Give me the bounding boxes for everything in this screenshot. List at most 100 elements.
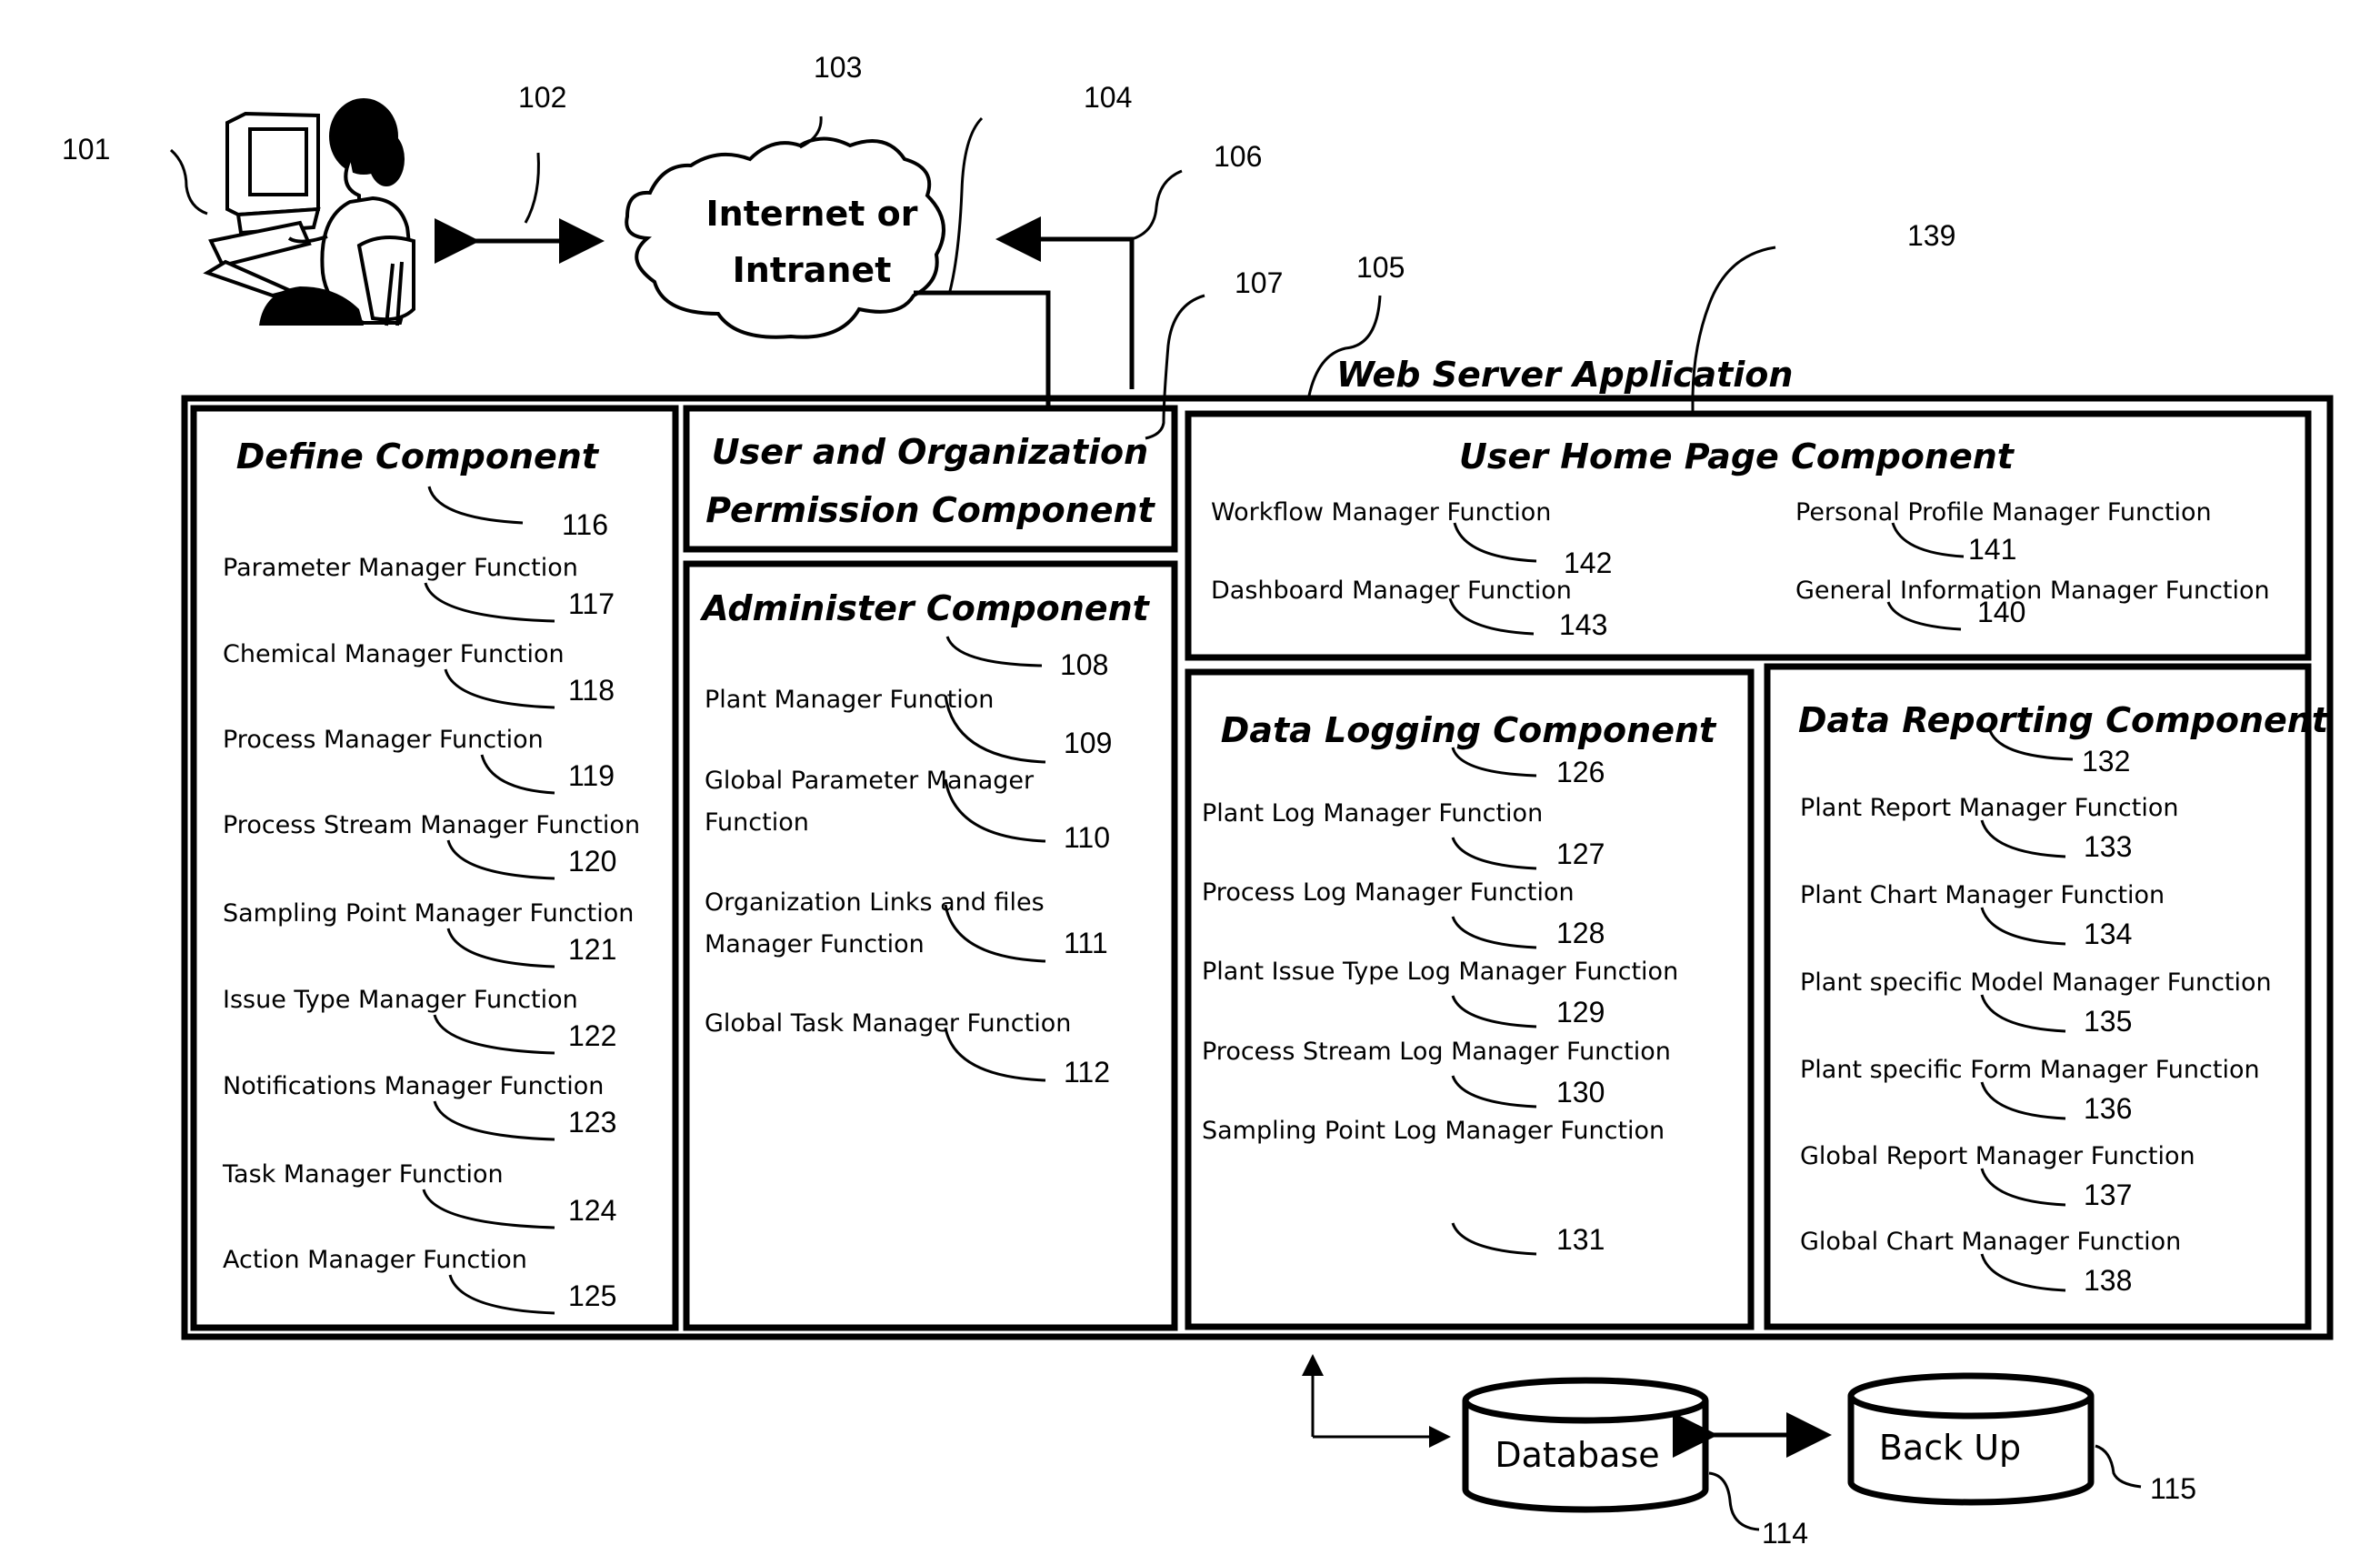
function-label-line2: Manager Function [705, 930, 925, 958]
user-and-organization-permission-component: User and Organization Permission Compone… [683, 405, 1178, 553]
reference-number: 111 [1064, 927, 1108, 959]
function-label: Plant Log Manager Function [1202, 799, 1543, 828]
reference-number: 130 [1556, 1076, 1605, 1109]
ref-108: 108 [1060, 648, 1108, 681]
function-label: Global Chart Manager Function [1800, 1228, 2181, 1256]
ref-116: 116 [562, 508, 608, 541]
ref-126: 126 [1556, 756, 1605, 788]
reference-number: 129 [1556, 996, 1605, 1028]
function-label: Workflow Manager Function [1211, 498, 1551, 527]
database-label: Database [1495, 1435, 1659, 1475]
function-label: Sampling Point Log Manager Function [1202, 1117, 1665, 1145]
reference-number: 143 [1559, 608, 1607, 641]
function-label: Dashboard Manager Function [1211, 577, 1572, 605]
function-label: Plant Issue Type Log Manager Function [1202, 958, 1678, 986]
reference-number: 138 [2084, 1264, 2132, 1297]
ref-101-leader [169, 148, 208, 216]
ref-106-leader [1131, 169, 1183, 241]
reference-number: 121 [568, 933, 616, 966]
function-label: Plant Manager Function [705, 686, 994, 714]
function-label: Parameter Manager Function [223, 554, 578, 582]
ref-139: 139 [1907, 219, 1955, 252]
network-label-line1: Internet or [706, 194, 918, 234]
function-label: Plant specific Model Manager Function [1800, 968, 2272, 997]
user-at-computer-icon [203, 98, 415, 326]
function-label-line2: Function [705, 808, 809, 837]
reference-number: 140 [1977, 596, 2025, 628]
reference-number: 112 [1064, 1056, 1110, 1088]
define-component-title: Define Component [236, 436, 600, 477]
response-connector [995, 216, 1135, 389]
administer-component: Administer Component 108 Plant Manager F… [683, 560, 1178, 1331]
ref-102: 102 [518, 81, 566, 114]
function-label: Organization Links and files [705, 888, 1045, 917]
reference-number: 131 [1556, 1223, 1605, 1256]
administer-component-title: Administer Component [699, 588, 1150, 628]
user-home-page-component: User Home Page Component Workflow Manage… [1185, 410, 2312, 661]
reference-number: 137 [2084, 1179, 2132, 1211]
reference-number: 128 [1556, 917, 1605, 949]
function-label: Process Manager Function [223, 726, 544, 754]
function-label: Process Stream Log Manager Function [1202, 1038, 1671, 1066]
reference-number: 125 [568, 1279, 616, 1312]
data-reporting-title: Data Reporting Component [1798, 700, 2330, 740]
ref-104-leader [948, 116, 984, 292]
ref-114: 114 [1762, 1517, 1808, 1550]
function-label: Process Stream Manager Function [223, 811, 640, 839]
function-label: Global Parameter Manager [705, 767, 1035, 795]
function-label: Plant specific Form Manager Function [1800, 1056, 2260, 1084]
system-architecture-diagram: 101 102 Internet or Intranet 103 104 106… [62, 51, 2334, 1550]
backup-label: Back Up [1879, 1428, 2021, 1468]
reference-number: 109 [1064, 727, 1112, 759]
function-label: Global Task Manager Function [705, 1009, 1071, 1038]
ref-104: 104 [1084, 81, 1132, 114]
function-label: Global Report Manager Function [1800, 1142, 2195, 1170]
reference-number: 123 [568, 1106, 616, 1139]
user-home-title: User Home Page Component [1459, 436, 2015, 477]
reference-number: 124 [568, 1194, 616, 1227]
function-label: Personal Profile Manager Function [1795, 498, 2212, 527]
function-label: Plant Chart Manager Function [1800, 881, 2165, 909]
function-label: Sampling Point Manager Function [223, 899, 634, 928]
reference-number: 127 [1556, 838, 1605, 870]
define-component: Define Component 116 Parameter Manager F… [190, 405, 679, 1331]
reference-number: 136 [2084, 1092, 2132, 1125]
reference-number: 117 [568, 587, 615, 620]
ref-105: 105 [1356, 251, 1405, 284]
network-label-line2: Intranet [733, 250, 892, 290]
function-label: Task Manager Function [222, 1160, 504, 1189]
function-label: Process Log Manager Function [1202, 878, 1575, 907]
ref-102-leader [524, 152, 540, 224]
cloud-icon [625, 136, 945, 339]
permission-title-line2: Permission Component [705, 490, 1155, 530]
ref-115-leader [2095, 1444, 2142, 1489]
function-label: Action Manager Function [223, 1246, 527, 1274]
ref-107: 107 [1235, 266, 1283, 299]
function-label: General Information Manager Function [1795, 577, 2270, 605]
web-server-title: Web Server Application [1336, 355, 1793, 395]
ref-114-leader [1708, 1471, 1760, 1531]
ref-106: 106 [1214, 140, 1262, 173]
reference-number: 110 [1064, 821, 1110, 854]
reference-number: 118 [568, 674, 615, 707]
data-reporting-component: Data Reporting Component 132 Plant Repor… [1764, 663, 2330, 1330]
reference-number: 135 [2084, 1005, 2132, 1038]
reference-number: 119 [568, 759, 615, 792]
permission-title-line1: User and Organization [712, 432, 1148, 472]
ref-103: 103 [814, 51, 862, 84]
reference-number: 134 [2084, 918, 2132, 950]
reference-number: 133 [2084, 830, 2132, 863]
reference-number: 141 [1968, 533, 2016, 566]
data-logging-title: Data Logging Component [1221, 710, 1717, 750]
function-label: Notifications Manager Function [223, 1072, 604, 1100]
ref-132: 132 [2082, 745, 2130, 778]
ref-101: 101 [62, 133, 110, 166]
reference-number: 142 [1564, 547, 1612, 579]
data-logging-component: Data Logging Component 126 Plant Log Man… [1185, 668, 1755, 1330]
function-label: Chemical Manager Function [223, 640, 565, 668]
function-label: Plant Report Manager Function [1800, 794, 2178, 822]
ref-115: 115 [2150, 1472, 2196, 1505]
function-label: Issue Type Manager Function [223, 986, 578, 1014]
reference-number: 122 [568, 1019, 616, 1052]
reference-number: 120 [568, 845, 616, 878]
